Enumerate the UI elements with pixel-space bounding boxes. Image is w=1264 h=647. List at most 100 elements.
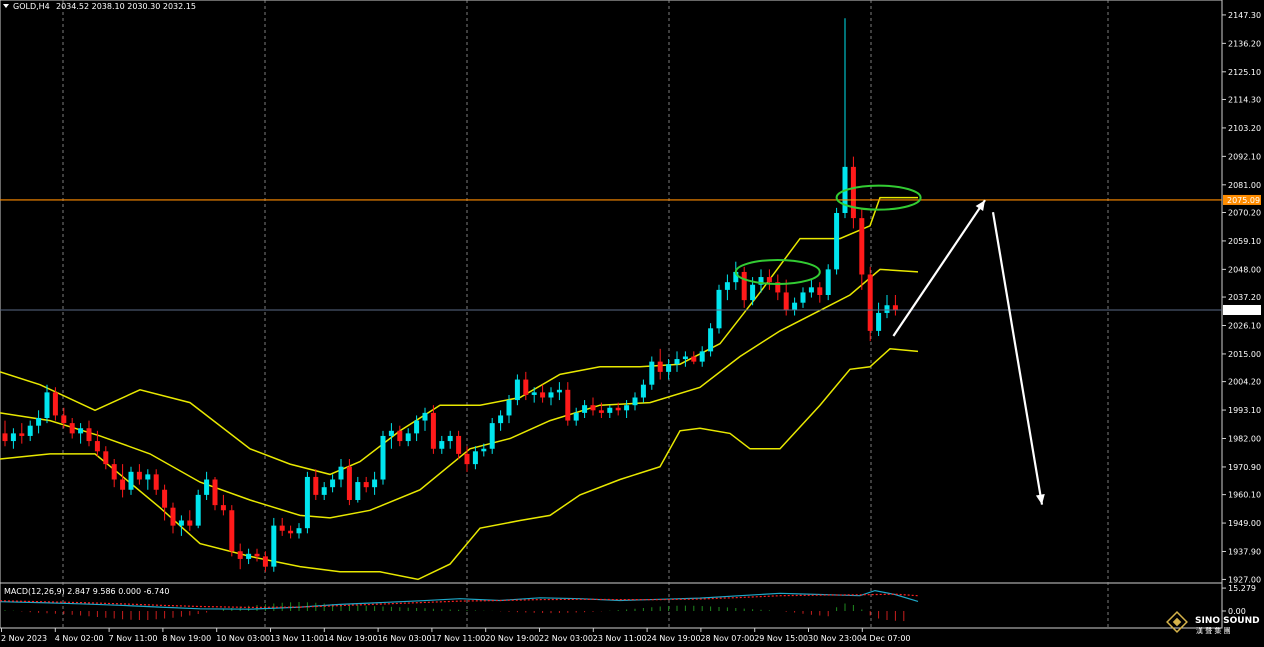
price-tick-label: 2092.10 (1228, 152, 1261, 161)
price-tag-text: 2075.09 (1227, 196, 1260, 205)
candle-body (531, 392, 537, 395)
candle-body (69, 423, 75, 434)
candle-body (78, 428, 84, 434)
candle-body (834, 213, 840, 270)
candle-body (145, 474, 151, 480)
time-tick-label: 7 Nov 11:00 (109, 634, 158, 643)
candle-body (792, 302, 798, 311)
candle-body (19, 433, 25, 436)
candle-body (254, 553, 260, 557)
candle-body (447, 435, 453, 442)
price-tick-label: 2037.20 (1228, 293, 1261, 302)
candle-body (439, 441, 445, 449)
resistance-price-tag: 2075.09 (1223, 194, 1261, 205)
candle-body (120, 479, 126, 490)
bullish-candle (834, 207, 840, 275)
candle-body (573, 412, 579, 421)
candle-body (187, 520, 193, 526)
time-tick-label: 4 Nov 02:00 (55, 634, 104, 643)
candle-body (699, 351, 705, 362)
candle-body (632, 397, 638, 406)
candle-body (338, 466, 344, 480)
price-tick-label: 1960.10 (1228, 491, 1261, 500)
candle-body (136, 471, 142, 480)
time-tick-label: 29 Nov 15:00 (754, 634, 808, 643)
time-tick-label: 22 Nov 03:00 (539, 634, 593, 643)
price-tick-label: 2147.30 (1228, 11, 1261, 20)
chart-header: GOLD,H4 2034.52 2038.10 2030.30 2032.15 (3, 2, 196, 11)
price-tick-label: 1970.90 (1228, 463, 1261, 472)
candle-body (279, 525, 285, 531)
price-tick-label: 2081.00 (1228, 181, 1261, 190)
candle-body (430, 412, 436, 449)
candle-body (296, 528, 302, 534)
time-tick-label: 17 Nov 11:00 (431, 634, 485, 643)
candle-body (472, 451, 478, 465)
candle-body (859, 218, 865, 275)
candle-body (674, 359, 680, 365)
time-tick-label: 20 Nov 19:00 (485, 634, 539, 643)
candle-body (355, 482, 361, 500)
candle-body (514, 379, 520, 401)
candle-body (330, 479, 336, 488)
bearish-candle (867, 266, 873, 342)
bullish-candle (271, 517, 277, 572)
time-tick-label: 30 Nov 23:00 (808, 634, 862, 643)
time-tick-label: 4 Dec 07:00 (862, 634, 911, 643)
price-tick-label: 2125.10 (1228, 68, 1261, 77)
candle-body (615, 407, 621, 411)
symbol-label: GOLD,H4 (13, 2, 50, 11)
candle-body (195, 494, 201, 526)
price-axis: 2147.30 2136.20 2125.10 2114.30 2103.20 2092.… (1222, 11, 1261, 584)
candle-body (388, 430, 394, 436)
candle-body (657, 361, 663, 372)
price-tick-label: 2048.00 (1228, 265, 1261, 274)
candle-body (86, 428, 92, 442)
ohlc-label: 2034.52 2038.10 2030.30 2032.15 (56, 2, 196, 11)
candle-body (246, 553, 252, 559)
bearish-candle (850, 156, 856, 229)
price-tick-label: 1949.00 (1228, 519, 1261, 528)
candle-body (590, 405, 596, 411)
candle-body (44, 392, 50, 418)
bearish-candle (229, 505, 235, 557)
logo-subtitle: 漢 聲 集 團 (1196, 626, 1231, 635)
candle-body (10, 433, 16, 442)
candle-body (128, 471, 134, 490)
candle-body (598, 410, 604, 413)
candle-body (212, 479, 218, 506)
candle-body (825, 269, 831, 295)
candle-body (750, 284, 756, 301)
price-tick-label: 1927.00 (1228, 575, 1261, 584)
candle-body (414, 420, 420, 434)
candle-body (162, 489, 168, 508)
candle-body (52, 392, 58, 416)
candle-body (724, 282, 730, 290)
candle-body (565, 389, 571, 421)
candle-body (708, 328, 714, 352)
bullish-candle (195, 489, 201, 529)
candle-body (94, 441, 100, 452)
candle-body (380, 435, 386, 480)
candle-body (2, 433, 8, 442)
candle-body (556, 389, 562, 393)
candle-body (766, 277, 772, 283)
candle-body (867, 274, 873, 331)
candle-body (624, 405, 630, 411)
candle-body (313, 476, 319, 495)
candle-body (103, 451, 109, 465)
gold-h4-chart[interactable]: 15.2790.00 2147.302136.202125.102114.302… (0, 0, 1264, 647)
price-tick-label: 2004.20 (1228, 378, 1261, 387)
candle-body (304, 476, 310, 529)
macd-tick-label: 15.279 (1228, 584, 1256, 593)
candle-body (288, 530, 294, 534)
candle-body (229, 510, 235, 552)
time-tick-label: 28 Nov 07:00 (700, 634, 754, 643)
price-tick-label: 1937.90 (1228, 548, 1261, 557)
candle-body (548, 392, 554, 398)
price-tick-label: 2026.10 (1228, 321, 1261, 330)
candle-body (884, 305, 890, 313)
candle-body (876, 312, 882, 331)
price-tick-label: 2070.20 (1228, 208, 1261, 217)
candle-body (36, 418, 42, 426)
